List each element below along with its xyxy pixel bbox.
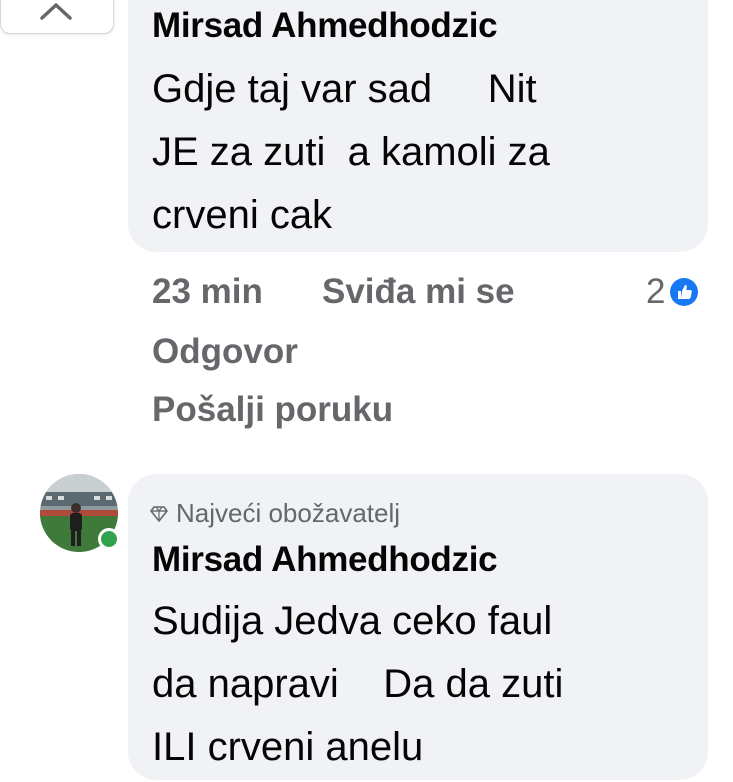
collapse-button[interactable] bbox=[0, 0, 114, 34]
comment-text-line: JE za zuti a kamoli za bbox=[152, 130, 550, 174]
comment-text-line: Sudija Jedva ceko faul bbox=[152, 599, 553, 643]
like-button[interactable]: Sviđa mi se bbox=[322, 272, 515, 312]
comment-bubble: Najveći obožavatelj Mirsad Ahmedhodzic S… bbox=[128, 474, 708, 780]
send-message-button[interactable]: Pošalji poruku bbox=[152, 390, 393, 430]
top-fan-badge[interactable]: Najveći obožavatelj bbox=[150, 498, 400, 529]
diamond-icon bbox=[150, 505, 168, 522]
comment-thread: Mirsad Ahmedhodzic Gdje taj var sad Nit J… bbox=[0, 0, 733, 782]
reply-button[interactable]: Odgovor bbox=[152, 332, 298, 372]
comment-bubble: Mirsad Ahmedhodzic Gdje taj var sad Nit J… bbox=[128, 0, 708, 252]
comment-author[interactable]: Mirsad Ahmedhodzic bbox=[152, 6, 498, 46]
like-icon bbox=[670, 278, 699, 306]
comment-text-line: Gdje taj var sad Nit bbox=[152, 67, 537, 111]
comment-text: Sudija Jedva ceko faul da napravi Da da z… bbox=[152, 590, 563, 779]
reaction-summary[interactable]: 2 bbox=[646, 272, 699, 312]
comment-author[interactable]: Mirsad Ahmedhodzic bbox=[152, 540, 498, 580]
comment-text-line: crveni cak bbox=[152, 193, 333, 237]
comment-text: Gdje taj var sad Nit JE za zuti a kamoli … bbox=[152, 58, 550, 247]
badge-label: Najveći obožavatelj bbox=[176, 498, 401, 528]
chevron-up-icon bbox=[40, 3, 72, 20]
comment-timestamp[interactable]: 23 min bbox=[152, 272, 263, 312]
online-status-indicator bbox=[98, 528, 120, 550]
comment-text-line: da napravi Da da zuti bbox=[152, 662, 564, 706]
comment-text-line: ILI crveni anelu bbox=[152, 725, 424, 769]
reaction-count: 2 bbox=[646, 272, 666, 311]
